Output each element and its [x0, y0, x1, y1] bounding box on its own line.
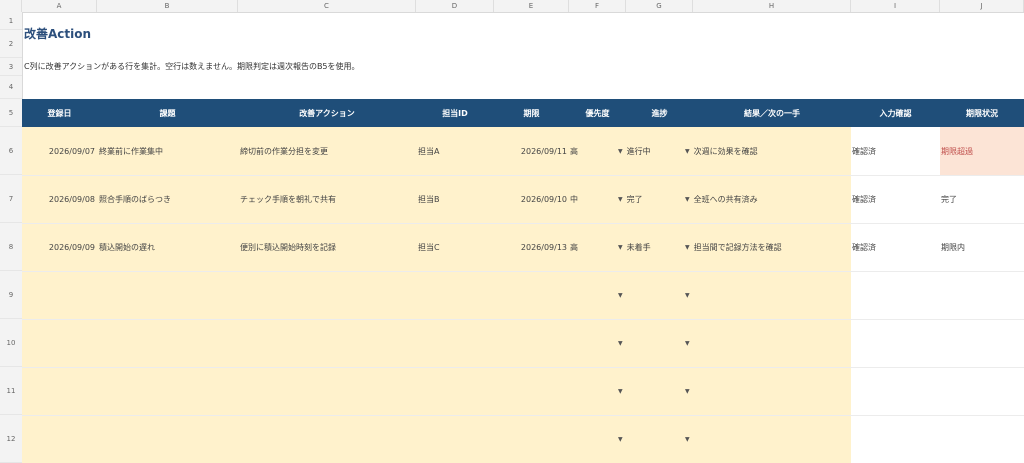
- result-dropdown-icon[interactable]: ▼: [685, 415, 705, 463]
- cell-issue[interactable]: 終業前に作業集中: [97, 127, 238, 175]
- cell-result-dropdown[interactable]: ▼ 全班への共有済み: [685, 175, 851, 223]
- cell-progress: 未着手: [626, 242, 651, 252]
- column-header-e[interactable]: E: [494, 0, 569, 12]
- row-header-3[interactable]: 3: [0, 58, 22, 76]
- progress-dropdown-icon[interactable]: ▼: [618, 319, 638, 367]
- cell-input-check[interactable]: 確認済: [851, 223, 940, 271]
- cell-progress-dropdown[interactable]: ▼ 完了: [618, 175, 693, 223]
- dropdown-arrow-icon[interactable]: ▼: [618, 244, 623, 251]
- cell-action[interactable]: チェック手順を朝礼で共有: [238, 175, 416, 223]
- header-issue[interactable]: 課題: [97, 99, 238, 127]
- cell-action[interactable]: 締切前の作業分担を変更: [238, 127, 416, 175]
- row-header-5[interactable]: 5: [0, 99, 22, 127]
- row-divider: [22, 367, 1024, 368]
- row-divider: [22, 415, 1024, 416]
- row-header-bar: 1 2 3 4 5 6 7 8 9 10 11 12: [0, 12, 23, 463]
- header-due-date[interactable]: 期限: [494, 99, 569, 127]
- cell-due[interactable]: 2026/09/10: [494, 175, 569, 223]
- cell-owner[interactable]: 担当B: [416, 175, 494, 223]
- dropdown-arrow-icon[interactable]: ▼: [685, 244, 690, 251]
- row-header-9[interactable]: 9: [0, 271, 22, 319]
- column-header-b[interactable]: B: [97, 0, 238, 12]
- cell-date[interactable]: 2026/09/09: [22, 223, 97, 271]
- column-header-f[interactable]: F: [569, 0, 626, 12]
- dropdown-arrow-icon[interactable]: ▼: [618, 196, 623, 203]
- cell-date[interactable]: 2026/09/08: [22, 175, 97, 223]
- row-header-1[interactable]: 1: [0, 12, 22, 30]
- cell-input-check[interactable]: 確認済: [851, 175, 940, 223]
- cell-result: 担当間で記録方法を確認: [693, 242, 782, 252]
- row-header-4[interactable]: 4: [0, 76, 22, 99]
- cell-result: 全班への共有済み: [693, 194, 758, 204]
- dropdown-arrow-icon[interactable]: ▼: [685, 196, 690, 203]
- progress-dropdown-icon[interactable]: ▼: [618, 367, 638, 415]
- column-header-i[interactable]: I: [851, 0, 940, 12]
- header-owner-id[interactable]: 担当ID: [416, 99, 494, 127]
- header-input-check[interactable]: 入力確認: [851, 99, 940, 127]
- cell-date[interactable]: 2026/09/07: [22, 127, 97, 175]
- sheet-title[interactable]: 改善Action: [24, 25, 91, 42]
- spreadsheet: A B C D E F G H I J 1 2 3 4 5 6 7 8 9 10…: [0, 0, 1024, 463]
- row-header-6[interactable]: 6: [0, 127, 22, 175]
- cell-issue[interactable]: 積込開始の遅れ: [97, 223, 238, 271]
- result-dropdown-icon[interactable]: ▼: [685, 271, 705, 319]
- column-header-bar: A B C D E F G H I J: [0, 0, 1024, 13]
- cell-result-dropdown[interactable]: ▼ 担当間で記録方法を確認: [685, 223, 851, 271]
- cell-owner[interactable]: 担当A: [416, 127, 494, 175]
- header-result-next-step[interactable]: 結果／次の一手: [693, 99, 851, 127]
- result-dropdown-icon[interactable]: ▼: [685, 319, 705, 367]
- result-dropdown-icon[interactable]: ▼: [685, 367, 705, 415]
- sheet-note[interactable]: C列に改善アクションがある行を集計。空行は数えません。期限判定は週次報告のB5を…: [24, 61, 360, 72]
- cell-owner[interactable]: 担当C: [416, 223, 494, 271]
- cell-progress: 進行中: [626, 146, 651, 156]
- progress-dropdown-icon[interactable]: ▼: [618, 415, 638, 463]
- cell-result-dropdown[interactable]: ▼ 次週に効果を確認: [685, 127, 851, 175]
- row-header-8[interactable]: 8: [0, 223, 22, 271]
- cell-progress: 完了: [626, 194, 643, 204]
- cell-issue[interactable]: 照合手順のばらつき: [97, 175, 238, 223]
- column-header-c[interactable]: C: [238, 0, 416, 12]
- cell-due[interactable]: 2026/09/11: [494, 127, 569, 175]
- header-priority[interactable]: 優先度: [569, 99, 626, 127]
- cell-due-status[interactable]: 期限内: [940, 223, 1024, 271]
- row-header-2[interactable]: 2: [0, 30, 22, 58]
- row-header-11[interactable]: 11: [0, 367, 22, 415]
- column-header-a[interactable]: A: [22, 0, 97, 12]
- progress-dropdown-icon[interactable]: ▼: [618, 271, 638, 319]
- cell-progress-dropdown[interactable]: ▼ 未着手: [618, 223, 693, 271]
- header-progress[interactable]: 進捗: [626, 99, 693, 127]
- cell-input-check[interactable]: 確認済: [851, 127, 940, 175]
- column-header-j[interactable]: J: [940, 0, 1024, 12]
- row-header-7[interactable]: 7: [0, 175, 22, 223]
- dropdown-arrow-icon[interactable]: ▼: [685, 148, 690, 155]
- column-header-h[interactable]: H: [693, 0, 851, 12]
- column-header-d[interactable]: D: [416, 0, 494, 12]
- cell-due-status[interactable]: 期限超過: [940, 127, 1024, 175]
- row-divider: [22, 319, 1024, 320]
- row-divider: [22, 271, 1024, 272]
- row-header-10[interactable]: 10: [0, 319, 22, 367]
- cell-progress-dropdown[interactable]: ▼ 進行中: [618, 127, 693, 175]
- corner-cell[interactable]: [0, 0, 22, 12]
- header-registered-date[interactable]: 登録日: [22, 99, 97, 127]
- cell-action[interactable]: 便別に積込開始時刻を記録: [238, 223, 416, 271]
- cell-due-status[interactable]: 完了: [940, 175, 1024, 223]
- header-improvement-action[interactable]: 改善アクション: [238, 99, 416, 127]
- row-header-12[interactable]: 12: [0, 415, 22, 463]
- header-due-status[interactable]: 期限状況: [940, 99, 1024, 127]
- column-header-g[interactable]: G: [626, 0, 693, 12]
- cell-result: 次週に効果を確認: [693, 146, 758, 156]
- dropdown-arrow-icon[interactable]: ▼: [618, 148, 623, 155]
- cell-due[interactable]: 2026/09/13: [494, 223, 569, 271]
